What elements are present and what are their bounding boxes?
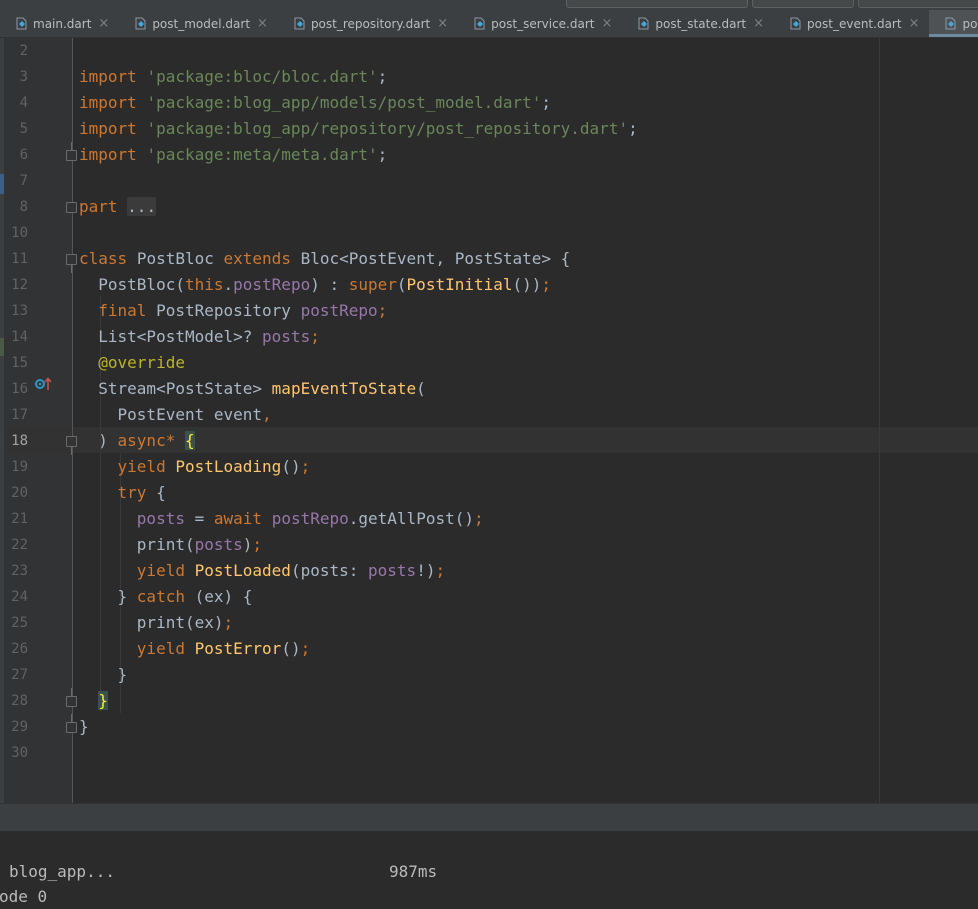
dart-file-icon — [945, 17, 956, 30]
editor-tab-bar: main.dart × post_model.dart × post_repositor… — [0, 0, 978, 38]
code-line-19[interactable]: yield PostLoading(); — [79, 454, 311, 480]
device-selector[interactable] — [752, 0, 854, 8]
code-line-17[interactable]: PostEvent event, — [79, 402, 272, 428]
tab-post_state-dart[interactable]: post_state.dart × — [622, 10, 774, 37]
code-line-20[interactable]: try { — [79, 480, 166, 506]
run-tool-window: blog_app... 987ms ode 0 — [0, 831, 978, 906]
tab-post_repository-dart[interactable]: post_repository.dart × — [278, 10, 458, 37]
close-tab-icon[interactable]: × — [257, 16, 268, 31]
code-line-21[interactable]: posts = await postRepo.getAllPost(); — [79, 506, 484, 532]
fold-marker[interactable] — [66, 202, 77, 213]
tab-post_bloc-dart[interactable]: post_bloc.dart× — [929, 10, 978, 37]
folded-region[interactable]: ... — [127, 197, 157, 216]
code-line-5[interactable]: import 'package:blog_app/repository/post… — [79, 116, 638, 142]
tab-label: main.dart — [33, 16, 92, 31]
close-tab-icon[interactable]: × — [753, 16, 764, 31]
exit-code-text: ode 0 — [0, 887, 48, 906]
tab-main-dart[interactable]: main.dart × — [0, 10, 119, 37]
code-line-23[interactable]: yield PostLoaded(posts: posts!); — [79, 558, 445, 584]
dart-file-icon — [135, 17, 146, 30]
run-duration: 987ms — [389, 862, 438, 881]
code-line-24[interactable]: } catch (ex) { — [79, 584, 253, 610]
code-line-13[interactable]: final PostRepository postRepo; — [79, 298, 387, 324]
dart-file-icon — [474, 17, 485, 30]
tab-label: post_event.dart — [807, 16, 902, 31]
tab-post_model-dart[interactable]: post_model.dart × — [119, 10, 278, 37]
code-line-3[interactable]: import 'package:bloc/bloc.dart'; — [79, 64, 387, 90]
tab-label: post_repository.dart — [310, 16, 431, 31]
line-number[interactable]: 2 — [4, 38, 28, 64]
line-number[interactable]: 10 — [4, 220, 28, 246]
code-editor[interactable]: 2 3 4 5 6 7 8 10 11 12 13 14 15 16 17 18 19 20 21 22 23 24 25 2… — [0, 38, 978, 803]
tab-post_event-dart[interactable]: post_event.dart × — [774, 10, 929, 37]
code-line-16[interactable]: Stream<PostState> mapEventToState( — [79, 376, 426, 402]
close-tab-icon[interactable]: × — [909, 16, 920, 31]
fold-marker[interactable] — [66, 714, 77, 733]
dart-file-icon — [638, 17, 649, 30]
tab-post_service-dart[interactable]: post_service.dart × — [458, 10, 622, 37]
run-task-name[interactable]: blog_app... — [9, 860, 115, 884]
dart-file-icon — [790, 17, 801, 30]
code-line-28[interactable]: } — [79, 688, 108, 714]
tab-label: post_state.dart — [655, 16, 747, 31]
code-line-14[interactable]: List<PostModel>? posts; — [79, 324, 320, 350]
close-tab-icon[interactable]: × — [437, 16, 448, 31]
toolbar-search-box[interactable] — [858, 0, 978, 8]
code-line-4[interactable]: import 'package:blog_app/models/post_mod… — [79, 90, 551, 116]
fold-marker[interactable] — [66, 142, 77, 161]
fold-marker[interactable] — [66, 254, 77, 273]
fold-marker[interactable] — [66, 436, 77, 455]
line-number[interactable]: 30 — [4, 740, 28, 766]
code-line-8[interactable]: part ... — [79, 194, 157, 220]
code-line-29[interactable]: } — [79, 714, 89, 740]
code-line-15[interactable]: @override — [79, 350, 185, 376]
toolbar-strip — [0, 0, 978, 8]
code-line-12[interactable]: PostBloc(this.postRepo) : super(PostInit… — [79, 272, 551, 298]
line-number[interactable]: 7 — [4, 168, 28, 194]
code-line-6[interactable]: import 'package:meta/meta.dart'; — [79, 142, 387, 168]
code-line-22[interactable]: print(posts); — [79, 532, 262, 558]
code-line-11[interactable]: class PostBloc extends Bloc<PostEvent, P… — [79, 246, 570, 272]
code-line-18[interactable]: ) async* { — [79, 428, 195, 454]
close-tab-icon[interactable]: × — [98, 16, 109, 31]
dart-file-icon — [16, 17, 27, 30]
dart-file-icon — [294, 17, 305, 30]
code-line-26[interactable]: yield PostError(); — [79, 636, 310, 662]
tab-label: post_model.dart — [152, 16, 251, 31]
tab-label: post_service.dart — [491, 16, 595, 31]
fold-marker[interactable] — [66, 688, 77, 707]
tab-label: post_bloc.dart — [962, 16, 978, 31]
close-tab-icon[interactable]: × — [601, 16, 612, 31]
code-line-27[interactable]: } — [79, 662, 128, 688]
run-config-selector[interactable] — [566, 0, 748, 8]
tool-window-header[interactable] — [0, 803, 978, 832]
code-line-25[interactable]: print(ex); — [79, 610, 233, 636]
